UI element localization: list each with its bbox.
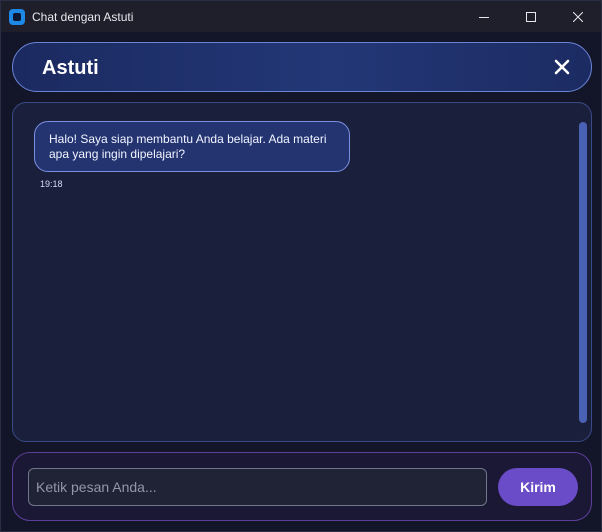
window-close-button[interactable] xyxy=(554,1,601,32)
close-chat-button[interactable] xyxy=(553,58,571,76)
chat-window: Chat dengan Astuti Astuti Halo! Saya sia… xyxy=(0,0,602,532)
send-button[interactable]: Kirim xyxy=(498,468,578,506)
composer: Kirim xyxy=(12,452,592,521)
window-controls xyxy=(460,1,601,32)
app-icon xyxy=(9,8,25,25)
close-icon xyxy=(572,11,583,22)
scrollbar-thumb[interactable] xyxy=(579,122,587,423)
contact-name: Astuti xyxy=(42,57,99,79)
message-timestamp: 19:18 xyxy=(40,179,63,189)
maximize-button[interactable] xyxy=(507,1,554,32)
minimize-icon xyxy=(478,16,489,18)
maximize-icon xyxy=(525,11,536,22)
window-title: Chat dengan Astuti xyxy=(32,9,134,24)
message-list: Halo! Saya siap membantu Anda belajar. A… xyxy=(12,102,592,442)
chat-header: Astuti xyxy=(12,42,592,92)
scrollbar[interactable] xyxy=(579,122,587,423)
minimize-button[interactable] xyxy=(460,1,507,32)
message-bubble: Halo! Saya siap membantu Anda belajar. A… xyxy=(34,121,350,172)
title-bar[interactable]: Chat dengan Astuti xyxy=(1,1,601,32)
close-icon xyxy=(554,59,570,75)
message-input[interactable] xyxy=(28,468,487,506)
